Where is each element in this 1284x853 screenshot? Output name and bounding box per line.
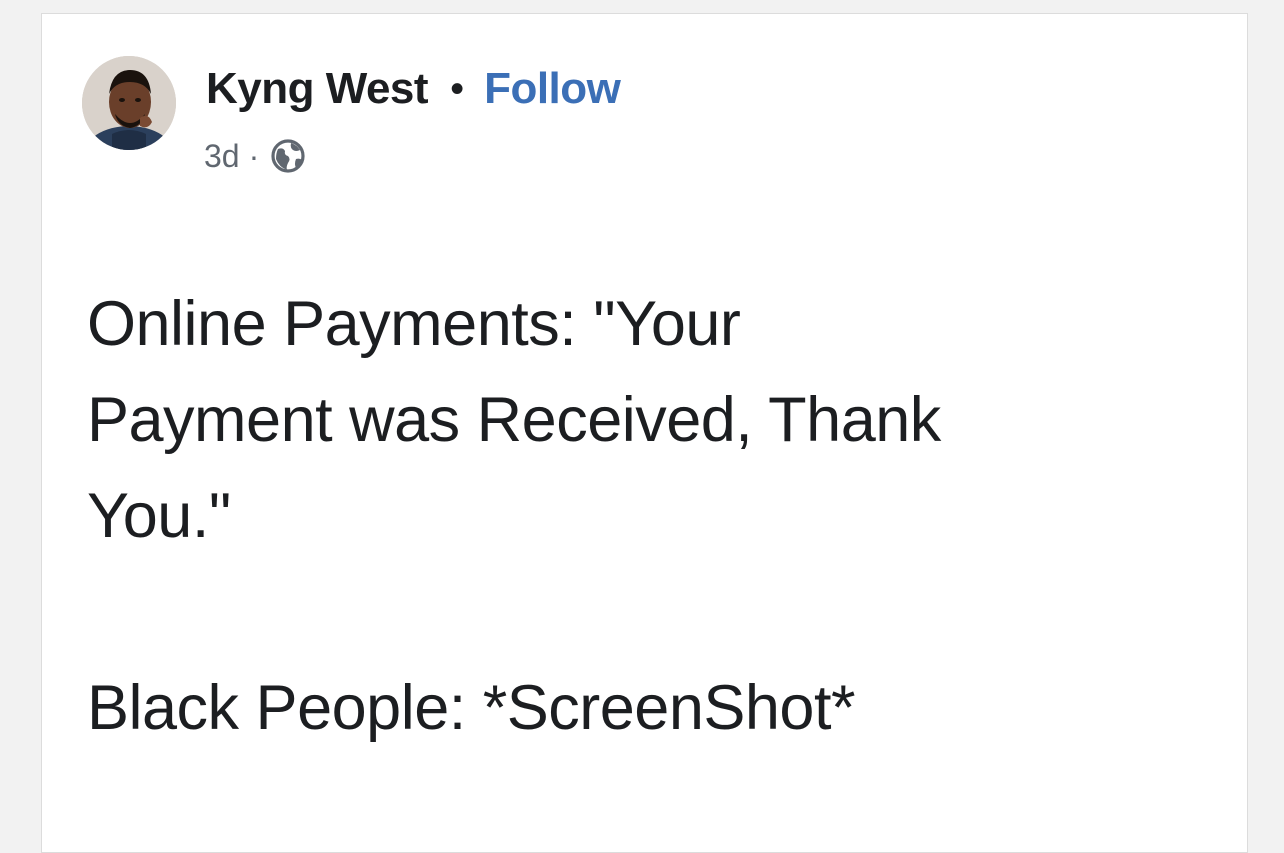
- post-text: Online Payments: "Your Payment was Recei…: [87, 276, 1227, 756]
- post-meta: 3d ·: [204, 136, 307, 176]
- globe-icon[interactable]: [269, 137, 307, 175]
- meta-separator: ·: [248, 137, 260, 174]
- post-text-line: Payment was Received, Thank: [87, 385, 941, 455]
- author-avatar[interactable]: [82, 56, 176, 150]
- separator-dot: •: [450, 66, 465, 111]
- follow-button[interactable]: Follow: [484, 64, 621, 114]
- post-timestamp[interactable]: 3d: [204, 138, 240, 175]
- post-text-line: You.": [87, 481, 231, 551]
- author-row: Kyng West • Follow: [206, 62, 621, 116]
- avatar-image: [82, 56, 176, 150]
- post-text-line: Online Payments: "Your: [87, 289, 741, 359]
- author-name[interactable]: Kyng West: [206, 64, 429, 114]
- post-card: Kyng West • Follow 3d · Online Payments:…: [41, 13, 1248, 853]
- post-text-second-paragraph: Black People: *ScreenShot*: [87, 673, 855, 743]
